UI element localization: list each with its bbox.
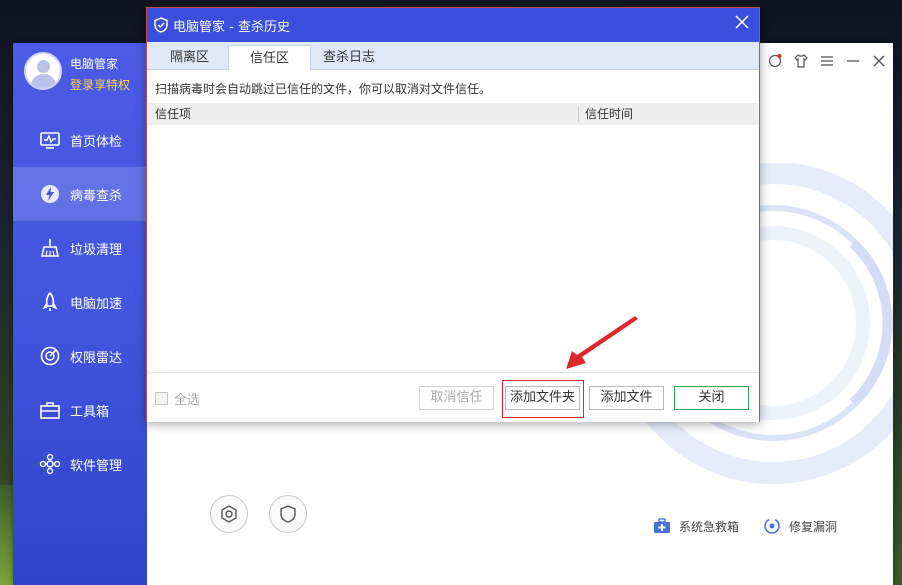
tab-trust-zone[interactable]: 信任区 <box>228 45 312 70</box>
sidebar-item-home-check[interactable]: 首页体检 <box>13 113 147 167</box>
monitor-icon <box>39 129 61 151</box>
column-header-trust-time[interactable]: 信任时间 <box>585 103 633 125</box>
trust-hint-text: 扫描病毒时会自动跳过已信任的文件，你可以取消对文件信任。 <box>155 82 492 96</box>
close-button[interactable]: 关闭 <box>674 386 749 410</box>
dialog-close-button[interactable] <box>733 15 751 33</box>
select-all-checkbox[interactable]: 全选 <box>155 389 200 408</box>
avatar-body-shape <box>31 74 56 88</box>
app-name: 电脑管家 <box>70 57 119 71</box>
message-icon[interactable] <box>767 53 782 73</box>
shield-icon <box>280 505 296 523</box>
close-icon <box>735 15 749 29</box>
menu-icon[interactable] <box>819 53 833 73</box>
annotation-arrow-icon <box>566 316 638 369</box>
avatar-head-shape <box>37 60 50 73</box>
software-icon <box>39 453 61 475</box>
settings-hex-button[interactable] <box>210 495 248 533</box>
sidebar-item-label: 电脑加速 <box>70 296 123 312</box>
sidebar-item-label: 软件管理 <box>70 458 123 474</box>
dialog-titlebar: 电脑管家 - 查杀历史 <box>147 8 759 42</box>
dialog-title: 电脑管家 - 查杀历史 <box>173 19 290 35</box>
add-folder-button[interactable]: 添加文件夹 <box>505 386 580 410</box>
sidebar-item-software-manager[interactable]: 软件管理 <box>13 437 147 491</box>
system-rescue-box-label: 系统急救箱 <box>678 519 739 534</box>
sidebar-item-label: 工具箱 <box>70 404 110 420</box>
toolbox-icon <box>39 399 61 421</box>
shield-button[interactable] <box>269 495 307 533</box>
column-divider[interactable] <box>578 106 579 122</box>
select-all-label: 全选 <box>174 393 201 408</box>
close-icon[interactable] <box>871 53 885 73</box>
trust-table-body <box>148 125 758 372</box>
tab-quarantine[interactable]: 隔离区 <box>149 45 230 70</box>
sidebar-item-speedup[interactable]: 电脑加速 <box>13 275 147 329</box>
dialog-tabs: 隔离区 信任区 查杀日志 <box>147 42 759 70</box>
sidebar: 电脑管家 登录享特权 首页体检 病毒查杀 垃圾清理 电脑加速 权限雷达 工具箱 … <box>13 43 147 585</box>
sidebar-item-toolbox[interactable]: 工具箱 <box>13 383 147 437</box>
scan-history-dialog: 电脑管家 - 查杀历史 隔离区 信任区 查杀日志 扫描病毒时会自动跳过已信任的文… <box>146 7 760 422</box>
repair-refresh-icon <box>764 518 780 534</box>
column-header-trust-item[interactable]: 信任项 <box>155 103 191 125</box>
trust-table-header: 信任项 信任时间 <box>148 103 758 125</box>
sidebar-item-label: 权限雷达 <box>70 350 123 366</box>
sidebar-item-label: 病毒查杀 <box>70 188 123 204</box>
sidebar-item-junk-clean[interactable]: 垃圾清理 <box>13 221 147 275</box>
rocket-icon <box>39 291 61 313</box>
add-file-button[interactable]: 添加文件 <box>589 386 664 410</box>
hexagon-gear-icon <box>221 505 237 523</box>
lightning-shield-icon <box>39 183 61 205</box>
system-rescue-box-link[interactable]: 系统急救箱 <box>653 517 739 535</box>
minimize-icon[interactable] <box>845 53 859 73</box>
radar-icon <box>39 345 61 367</box>
login-link[interactable]: 登录享特权 <box>70 76 130 93</box>
bottom-quick-buttons <box>210 495 307 533</box>
bottom-links: 系统急救箱 修复漏洞 <box>653 517 837 535</box>
broom-icon <box>39 237 61 259</box>
checkbox-box <box>155 392 168 405</box>
repair-vulnerability-link[interactable]: 修复漏洞 <box>763 517 837 535</box>
sidebar-item-virus-scan[interactable]: 病毒查杀 <box>13 167 147 221</box>
tab-scan-log[interactable]: 查杀日志 <box>302 45 396 70</box>
skin-shirt-icon[interactable] <box>793 53 808 73</box>
profile-area: 电脑管家 登录享特权 <box>13 43 147 113</box>
repair-vulnerability-label: 修复漏洞 <box>788 519 837 534</box>
avatar[interactable] <box>24 52 62 90</box>
window-controls <box>767 53 885 73</box>
sidebar-nav: 首页体检 病毒查杀 垃圾清理 电脑加速 权限雷达 工具箱 软件管理 <box>13 113 147 491</box>
first-aid-kit-icon <box>653 518 670 533</box>
sidebar-item-permission-radar[interactable]: 权限雷达 <box>13 329 147 383</box>
cancel-trust-button[interactable]: 取消信任 <box>419 386 494 410</box>
dialog-footer: 全选 取消信任 添加文件夹 添加文件 关闭 <box>147 372 759 422</box>
sidebar-item-label: 垃圾清理 <box>70 242 123 258</box>
pc-manager-logo-icon <box>154 17 168 33</box>
sidebar-item-label: 首页体检 <box>70 134 123 150</box>
